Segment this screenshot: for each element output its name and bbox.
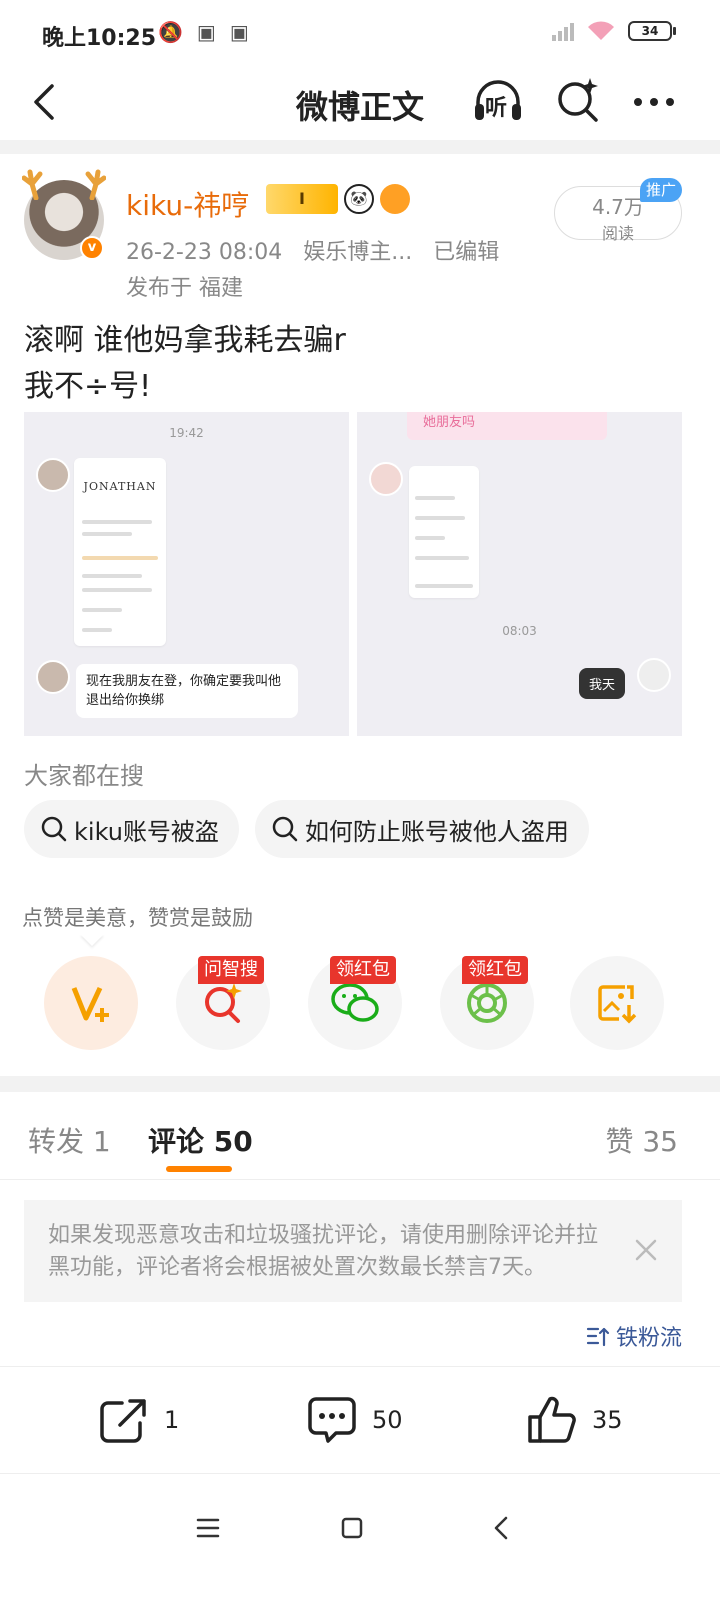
save-image-button[interactable] <box>570 956 664 1050</box>
close-icon[interactable] <box>632 1236 660 1264</box>
nav-bar: 微博正文 听 <box>0 68 720 140</box>
action-tag: 领红包 <box>462 956 528 984</box>
app-notification-icon: ▣ <box>229 20 249 44</box>
post-edited[interactable]: 已编辑 <box>433 240 499 265</box>
repost-button[interactable]: 1 <box>98 1395 179 1445</box>
promo-tag: 推广 <box>640 178 682 202</box>
battery-icon: 34 <box>628 21 676 41</box>
moments-icon <box>467 983 507 1023</box>
status-right: 34 <box>552 20 676 42</box>
tab-comment[interactable]: 评论 50 <box>148 1120 253 1160</box>
status-notification-icons: 🔕 ▣ ▣ <box>158 20 249 44</box>
like-count: 35 <box>592 1406 623 1434</box>
post-meta: 26-2-23 08:04 娱乐博主... 已编辑 <box>126 234 513 266</box>
reward-v-icon <box>71 986 109 1022</box>
page-title: 微博正文 <box>295 88 424 126</box>
chat-avatar <box>369 462 403 496</box>
share-actions: 问智搜 领红包 领红包 <box>0 956 720 1052</box>
listen-label: 听 <box>485 96 508 121</box>
app-notification-icon: ▣ <box>196 20 216 44</box>
comment-count: 50 <box>372 1406 403 1434</box>
chat-banner: 她朋友吗 <box>407 412 607 440</box>
post-date: 26-2-23 08:04 <box>126 240 283 265</box>
shared-profile-card: JONATHAN <box>74 458 166 646</box>
search-icon <box>41 816 67 842</box>
status-bar: 晚上10:25 🔕 ▣ ▣ 34 <box>0 0 720 68</box>
search-chip-label: 如何防止账号被他人盗用 <box>304 817 569 846</box>
sort-toggle[interactable]: 铁粉流 <box>586 1320 682 1352</box>
post-image-left[interactable]: 19:42 JONATHAN 现在我朋友在登，你确定要我叫他退出给你换绑 <box>24 412 349 736</box>
post-source: 娱乐博主... <box>303 240 413 265</box>
reward-button[interactable] <box>44 956 138 1050</box>
back-icon[interactable] <box>482 1508 522 1548</box>
trending-search-title: 大家都在搜 <box>24 762 144 790</box>
comment-button[interactable]: 50 <box>306 1395 403 1445</box>
mute-bell-icon: 🔕 <box>158 20 183 44</box>
verified-badge-icon: v <box>80 236 104 260</box>
more-icon[interactable] <box>630 78 678 126</box>
post-text: 滚啊 谁他妈拿我耗去骗r 我不÷号! <box>24 323 346 404</box>
action-tag: 问智搜 <box>198 956 264 984</box>
user-badges: I 🐼 <box>266 184 410 214</box>
reads-label: 阅读 <box>601 224 634 243</box>
post-header: v kiku-祎哼 I 🐼 26-2-23 08:04 娱乐博主... 已编辑 … <box>0 160 720 310</box>
wifi-icon <box>588 21 614 40</box>
ai-search-icon[interactable] <box>552 74 604 126</box>
fish-badge-icon[interactable] <box>380 184 410 214</box>
sort-icon <box>586 1327 610 1347</box>
status-time: 晚上10:25 <box>42 26 157 51</box>
trending-search-chips: kiku账号被盗 如何防止账号被他人盗用 <box>24 800 589 858</box>
post-images: 19:42 JONATHAN 现在我朋友在登，你确定要我叫他退出给你换绑 她朋友… <box>24 412 682 736</box>
image-timestamp: 19:42 <box>169 426 204 440</box>
notice-text: 如果发现恶意攻击和垃圾骚扰评论，请使用删除评论并拉黑功能，评论者将会根据被处置次… <box>48 1223 599 1280</box>
home-icon[interactable] <box>332 1508 372 1548</box>
chat-avatar <box>36 660 70 694</box>
username[interactable]: kiku-祎哼 <box>126 184 249 224</box>
post-image-right[interactable]: 她朋友吗 08:03 我天 <box>357 412 682 736</box>
divider <box>0 1076 720 1092</box>
profile-brand: JONATHAN <box>83 480 157 493</box>
reward-pointer <box>80 934 104 946</box>
repost-count: 1 <box>164 1406 180 1434</box>
wechat-icon <box>331 983 379 1022</box>
post-location: 发布于 福建 <box>126 276 243 301</box>
interaction-tabs: 转发 1 评论 50 赞 35 <box>0 1092 720 1180</box>
image-timestamp: 08:03 <box>502 624 537 638</box>
ai-search-icon <box>205 983 242 1023</box>
chat-avatar <box>36 458 70 492</box>
chat-message: 现在我朋友在登，你确定要我叫他退出给你换绑 <box>76 664 298 718</box>
thumbs-up-icon <box>528 1396 576 1443</box>
signal-icon <box>552 21 574 41</box>
menu-icon[interactable] <box>188 1508 228 1548</box>
like-button[interactable]: 35 <box>526 1395 623 1445</box>
tab-like[interactable]: 赞 35 <box>605 1120 678 1160</box>
comment-icon <box>308 1397 356 1443</box>
search-chip-label: kiku账号被盗 <box>74 817 219 846</box>
search-icon <box>272 816 298 842</box>
save-image-icon <box>598 985 637 1024</box>
bottom-action-bar: 1 50 35 <box>0 1366 720 1474</box>
antlers-decoration-icon <box>22 169 106 200</box>
shared-screenshot <box>409 466 479 598</box>
listen-button[interactable]: 听 <box>470 74 526 130</box>
chat-avatar <box>637 658 671 692</box>
reward-prompt: 点赞是美意，赞赏是鼓励 <box>22 906 253 930</box>
sort-label: 铁粉流 <box>615 1326 682 1351</box>
panda-badge-icon[interactable]: 🐼 <box>344 184 374 214</box>
chat-message: 我天 <box>579 668 626 699</box>
vip-badge[interactable]: I <box>266 184 338 214</box>
system-nav-bar <box>0 1474 720 1600</box>
tab-repost[interactable]: 转发 1 <box>28 1120 111 1160</box>
search-chip[interactable]: kiku账号被盗 <box>24 800 239 858</box>
divider <box>0 140 720 154</box>
action-tag: 领红包 <box>330 956 396 984</box>
search-chip[interactable]: 如何防止账号被他人盗用 <box>254 800 589 858</box>
tab-active-indicator <box>166 1166 232 1172</box>
comment-notice: 如果发现恶意攻击和垃圾骚扰评论，请使用删除评论并拉黑功能，评论者将会根据被处置次… <box>24 1200 682 1302</box>
share-icon <box>100 1399 146 1443</box>
